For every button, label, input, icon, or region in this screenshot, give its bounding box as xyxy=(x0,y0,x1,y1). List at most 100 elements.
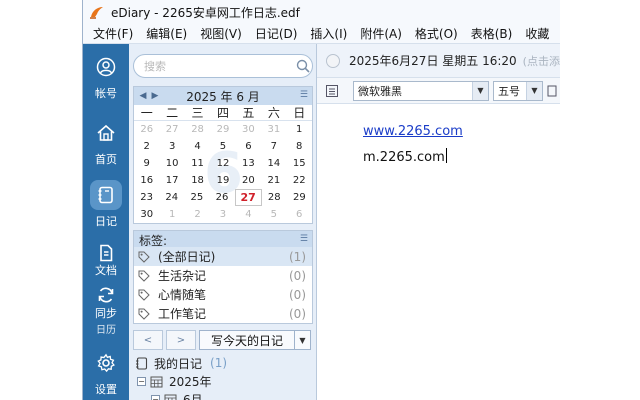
calendar-day[interactable]: 20 xyxy=(236,172,261,189)
nav-item-sync[interactable]: 同步 日历 xyxy=(83,280,129,336)
tag-item[interactable]: 工作笔记 (0) xyxy=(134,304,312,323)
calendar-weekdays: 一二三四五六日 xyxy=(134,105,312,121)
calendar-menu-icon[interactable]: ☰ xyxy=(300,90,308,100)
calendar-day[interactable]: 27 xyxy=(159,121,184,138)
calendar-day[interactable]: 19 xyxy=(210,172,235,189)
tree-item-year[interactable]: − 2025年 xyxy=(129,372,317,390)
tag-item[interactable]: 生活杂记 (0) xyxy=(134,266,312,285)
nav-item-settings[interactable]: 设置 xyxy=(83,344,129,398)
calendar-day[interactable]: 14 xyxy=(261,155,286,172)
tag-count: (0) xyxy=(289,268,306,283)
gear-icon xyxy=(97,353,115,373)
menu-item[interactable]: 视图(V) xyxy=(200,25,242,42)
collapse-icon[interactable]: − xyxy=(151,394,160,400)
calendar-day[interactable]: 2 xyxy=(134,138,159,155)
calendar-day[interactable]: 9 xyxy=(134,155,159,172)
collapse-icon[interactable]: − xyxy=(137,376,146,386)
tag-name: 工作笔记 xyxy=(158,307,207,321)
nav-item-account[interactable]: 帐号 xyxy=(83,48,129,102)
nav-item-home[interactable]: 首页 xyxy=(83,114,129,168)
tags-menu-icon[interactable]: ☰ xyxy=(300,234,308,244)
tag-item[interactable]: 心情随笔 (0) xyxy=(134,285,312,304)
menu-item[interactable]: 附件(A) xyxy=(360,25,402,42)
write-today-button[interactable]: 写今天的日记 xyxy=(199,330,295,350)
weekday-label: 日 xyxy=(293,106,306,120)
calendar-day[interactable]: 26 xyxy=(209,189,234,206)
font-size-select[interactable]: 五号 ▼ xyxy=(493,80,543,101)
calendar-day[interactable]: 24 xyxy=(159,189,184,206)
paragraph-icon[interactable] xyxy=(325,84,339,98)
nav-item-document[interactable]: 文档 xyxy=(83,238,129,278)
calendar-day-today[interactable]: 27 xyxy=(234,189,262,206)
format-icon[interactable] xyxy=(547,84,557,98)
calendar-day[interactable]: 4 xyxy=(185,138,210,155)
calendar-day[interactable]: 23 xyxy=(134,189,159,206)
menu-item[interactable]: 插入(I) xyxy=(310,25,347,42)
next-button[interactable]: > xyxy=(166,330,196,350)
calendar-day[interactable]: 2 xyxy=(185,206,210,223)
calendar-day[interactable]: 29 xyxy=(210,121,235,138)
calendar-day[interactable]: 6 xyxy=(236,138,261,155)
calendar-day[interactable]: 21 xyxy=(261,172,286,189)
calendar-day[interactable]: 25 xyxy=(184,189,209,206)
search-input[interactable] xyxy=(144,59,294,73)
calendar-day[interactable]: 29 xyxy=(287,189,312,206)
content-line-link[interactable]: www.2265.com xyxy=(363,124,463,139)
tree-root-count: (1) xyxy=(210,356,228,370)
calendar-day[interactable]: 15 xyxy=(287,155,312,172)
nav-label-home: 首页 xyxy=(95,153,117,166)
diary-content[interactable]: www.2265.com m.2265.com xyxy=(317,104,560,400)
weather-moon-icon[interactable] xyxy=(325,53,341,69)
calendar-icon xyxy=(164,394,177,400)
calendar-day[interactable]: 1 xyxy=(159,206,184,223)
menu-item[interactable]: 收藏 xyxy=(525,25,549,42)
calendar-day[interactable]: 28 xyxy=(185,121,210,138)
calendar-day[interactable]: 22 xyxy=(287,172,312,189)
prev-button[interactable]: < xyxy=(133,330,163,350)
calendar-day[interactable]: 6 xyxy=(287,206,312,223)
calendar-day[interactable]: 7 xyxy=(261,138,286,155)
menu-item[interactable]: 日记(D) xyxy=(255,25,298,42)
calendar-day[interactable]: 16 xyxy=(134,172,159,189)
calendar-day[interactable]: 30 xyxy=(236,121,261,138)
diary-book-icon xyxy=(136,356,148,370)
calendar-day[interactable]: 18 xyxy=(185,172,210,189)
search-icon[interactable] xyxy=(296,59,310,73)
write-today-dropdown-icon[interactable]: ▼ xyxy=(295,330,311,350)
calendar-day[interactable]: 31 xyxy=(261,121,286,138)
diary-icon xyxy=(98,186,113,204)
chevron-down-icon[interactable]: ▼ xyxy=(472,81,488,100)
calendar-day[interactable]: 11 xyxy=(185,155,210,172)
calendar-day[interactable]: 13 xyxy=(236,155,261,172)
tag-item[interactable]: (全部日记) (1) xyxy=(134,247,312,266)
calendar-day[interactable]: 26 xyxy=(134,121,159,138)
menu-item[interactable]: 格式(O) xyxy=(415,25,458,42)
calendar-day[interactable]: 5 xyxy=(261,206,286,223)
calendar-day[interactable]: 8 xyxy=(287,138,312,155)
calendar-day[interactable]: 4 xyxy=(236,206,261,223)
tag-name: 生活杂记 xyxy=(158,269,207,283)
calendar-grid: 6 26 27 28 29 30 31 1 2 3 4 5 6 7 8 9 10 11 12 13 14 15 16 17 1… xyxy=(134,121,312,223)
menu-item[interactable]: 编辑(E) xyxy=(146,25,187,42)
tree-item-month[interactable]: − 6月 xyxy=(129,390,317,400)
title-hint[interactable]: (点击添 xyxy=(523,53,560,69)
content-line-text: m.2265.com xyxy=(363,150,445,165)
weekday-label: 四 xyxy=(216,106,229,120)
chevron-down-icon[interactable]: ▼ xyxy=(526,81,542,100)
calendar-day[interactable]: 10 xyxy=(159,155,184,172)
menu-item[interactable]: 文件(F) xyxy=(93,25,133,42)
calendar-day[interactable]: 30 xyxy=(134,206,159,223)
tag-icon xyxy=(138,270,150,282)
calendar-day[interactable]: 3 xyxy=(159,138,184,155)
calendar-day[interactable]: 12 xyxy=(210,155,235,172)
calendar-day[interactable]: 28 xyxy=(262,189,287,206)
calendar-day[interactable]: 5 xyxy=(210,138,235,155)
tree-item-my-diary[interactable]: 我的日记 (1) xyxy=(129,354,317,372)
calendar-day[interactable]: 17 xyxy=(159,172,184,189)
calendar-day[interactable]: 1 xyxy=(287,121,312,138)
nav-item-diary[interactable]: 日记 xyxy=(83,176,129,230)
menu-item[interactable]: 表格(B) xyxy=(471,25,513,42)
calendar-day[interactable]: 3 xyxy=(210,206,235,223)
nav-label-diary: 日记 xyxy=(95,215,117,228)
font-family-select[interactable]: 微软雅黑 ▼ xyxy=(353,80,489,101)
